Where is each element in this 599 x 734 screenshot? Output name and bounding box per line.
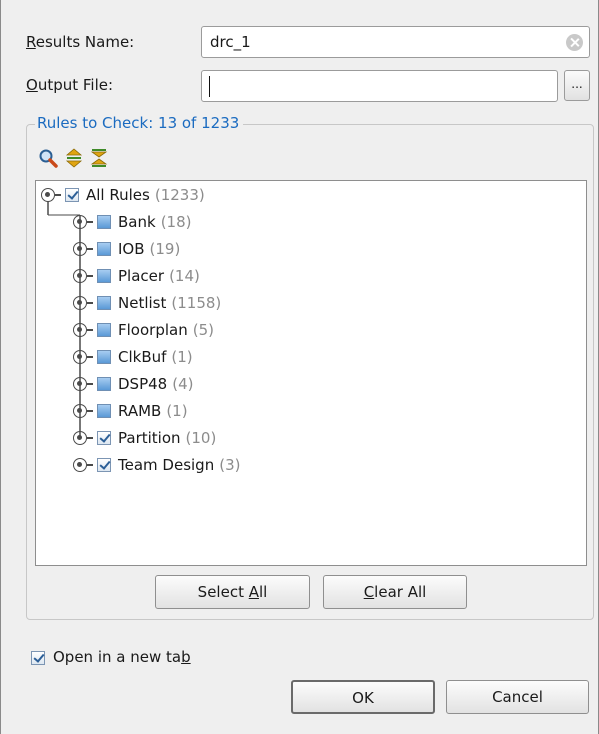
tree-node-bank[interactable]: Bank (18) — [73, 211, 191, 233]
node-label: DSP48 (4) — [118, 375, 194, 393]
expand-toggle-icon[interactable] — [73, 404, 87, 418]
tree-node-all-rules[interactable]: All Rules (1233) — [41, 184, 205, 206]
rule-checkbox[interactable] — [97, 431, 111, 445]
rule-checkbox[interactable] — [97, 215, 111, 229]
run-drc-dialog: Results Name: drc_1 Output File: ... Rul… — [0, 0, 599, 734]
rules-tree[interactable]: All Rules (1233) Bank (18) IOB (19) Placer(… — [35, 180, 587, 566]
node-label: Placer (14) — [118, 267, 200, 285]
tree-node-team-design[interactable]: Team Design (3) — [73, 454, 240, 476]
all-rules-checkbox[interactable] — [65, 188, 79, 202]
tree-node-clkbuf[interactable]: ClkBuf (1) — [73, 346, 193, 368]
text-caret — [209, 76, 210, 97]
tree-node-iob[interactable]: IOB (19) — [73, 238, 180, 260]
rule-checkbox[interactable] — [97, 269, 111, 283]
ok-button[interactable]: OK — [291, 680, 435, 714]
cancel-button[interactable]: Cancel — [446, 680, 589, 714]
clear-icon[interactable] — [566, 34, 583, 51]
results-name-input[interactable]: drc_1 — [201, 26, 590, 58]
collapse-toggle-icon[interactable] — [41, 188, 55, 202]
tree-node-ramb[interactable]: RAMB (1) — [73, 400, 188, 422]
browse-button[interactable]: ... — [564, 70, 590, 101]
expand-toggle-icon[interactable] — [73, 431, 87, 445]
node-label: All Rules (1233) — [86, 186, 205, 204]
node-label: Netlist (1158) — [118, 294, 222, 312]
rule-checkbox[interactable] — [97, 458, 111, 472]
results-name-value: drc_1 — [210, 33, 251, 51]
results-name-label: Results Name: — [26, 33, 135, 51]
search-icon[interactable] — [38, 148, 58, 168]
tree-node-dsp48[interactable]: DSP48 (4) — [73, 373, 193, 395]
output-file-label: Output File: — [26, 76, 114, 94]
open-in-new-tab-checkbox[interactable] — [31, 651, 45, 665]
node-label: Team Design (3) — [118, 456, 241, 474]
rule-checkbox[interactable] — [97, 404, 111, 418]
expand-toggle-icon[interactable] — [73, 296, 87, 310]
open-in-new-tab-label[interactable]: Open in a new tab — [53, 648, 191, 666]
rule-checkbox[interactable] — [97, 377, 111, 391]
node-label: Floorplan (5) — [118, 321, 214, 339]
expand-toggle-icon[interactable] — [73, 350, 87, 364]
select-all-button[interactable]: Select All — [155, 575, 310, 609]
rule-checkbox[interactable] — [97, 242, 111, 256]
tree-node-partition[interactable]: Partition (10) — [73, 427, 216, 449]
expand-all-icon[interactable] — [64, 148, 84, 168]
expand-toggle-icon[interactable] — [73, 242, 87, 256]
node-label: IOB (19) — [118, 240, 181, 258]
collapse-all-icon[interactable] — [89, 148, 109, 168]
rule-checkbox[interactable] — [97, 323, 111, 337]
expand-toggle-icon[interactable] — [73, 323, 87, 337]
rules-group-title: Rules to Check: 13 of 1233 — [35, 114, 244, 132]
node-label: RAMB (1) — [118, 402, 188, 420]
expand-toggle-icon[interactable] — [73, 269, 87, 283]
node-label: ClkBuf (1) — [118, 348, 193, 366]
rule-checkbox[interactable] — [97, 350, 111, 364]
node-label: Bank (18) — [118, 213, 192, 231]
tree-node-placer[interactable]: Placer (14) — [73, 265, 200, 287]
expand-toggle-icon[interactable] — [73, 458, 87, 472]
tree-node-netlist[interactable]: Netlist (1158) — [73, 292, 221, 314]
rule-checkbox[interactable] — [97, 296, 111, 310]
tree-node-floorplan[interactable]: Floorplan (5) — [73, 319, 214, 341]
expand-toggle-icon[interactable] — [73, 377, 87, 391]
expand-toggle-icon[interactable] — [73, 215, 87, 229]
output-file-input[interactable] — [201, 70, 558, 102]
clear-all-button[interactable]: Clear All — [323, 575, 467, 609]
node-label: Partition (10) — [118, 429, 217, 447]
